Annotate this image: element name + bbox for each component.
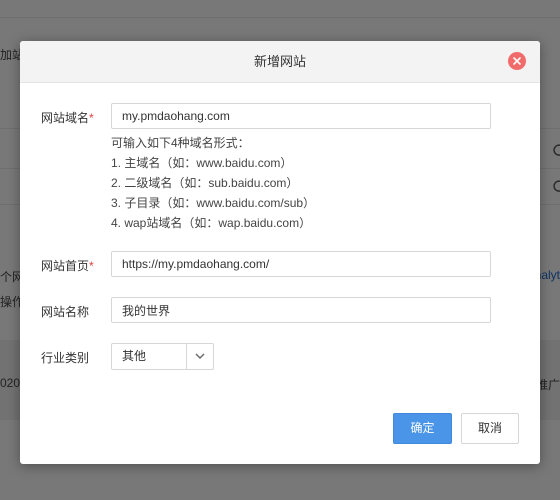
dialog-header: 新增网站 bbox=[20, 41, 540, 83]
required-mark: * bbox=[89, 259, 94, 273]
industry-select[interactable]: 其他 bbox=[111, 343, 214, 370]
domain-hint: 可输入如下4种域名形式： 1. 主域名（如：www.baidu.com） 2. … bbox=[111, 133, 315, 233]
confirm-button[interactable]: 确定 bbox=[393, 413, 452, 444]
select-toggle[interactable] bbox=[186, 344, 213, 369]
industry-label: 行业类别 bbox=[41, 351, 90, 365]
required-mark: * bbox=[89, 111, 94, 125]
hint-item: 2. 二级域名（如：sub.baidu.com） bbox=[111, 176, 299, 190]
hint-item: 3. 子目录（如：www.baidu.com/sub） bbox=[111, 196, 316, 210]
dialog-title: 新增网站 bbox=[253, 54, 306, 69]
hint-intro: 可输入如下4种域名形式： bbox=[111, 136, 250, 150]
close-icon bbox=[513, 57, 521, 65]
domain-label: 网站域名* bbox=[41, 109, 94, 126]
industry-select-value: 其他 bbox=[122, 349, 147, 363]
hint-item: 4. wap站域名（如：wap.baidu.com） bbox=[111, 216, 312, 230]
site-name-input[interactable] bbox=[111, 297, 491, 323]
close-button[interactable] bbox=[508, 52, 526, 70]
homepage-label-text: 网站首页 bbox=[41, 259, 90, 273]
chevron-down-icon bbox=[195, 353, 205, 359]
domain-label-text: 网站域名 bbox=[41, 111, 90, 125]
cancel-button[interactable]: 取消 bbox=[461, 413, 519, 444]
homepage-input[interactable] bbox=[111, 251, 491, 277]
hint-item: 1. 主域名（如：www.baidu.com） bbox=[111, 156, 293, 170]
add-site-dialog: 新增网站 网站域名* 可输入如下4种域名形式： 1. 主域名（如：www.bai… bbox=[20, 41, 540, 464]
homepage-label: 网站首页* bbox=[41, 257, 94, 274]
domain-input[interactable] bbox=[111, 103, 491, 129]
site-name-label: 网站名称 bbox=[41, 305, 90, 319]
